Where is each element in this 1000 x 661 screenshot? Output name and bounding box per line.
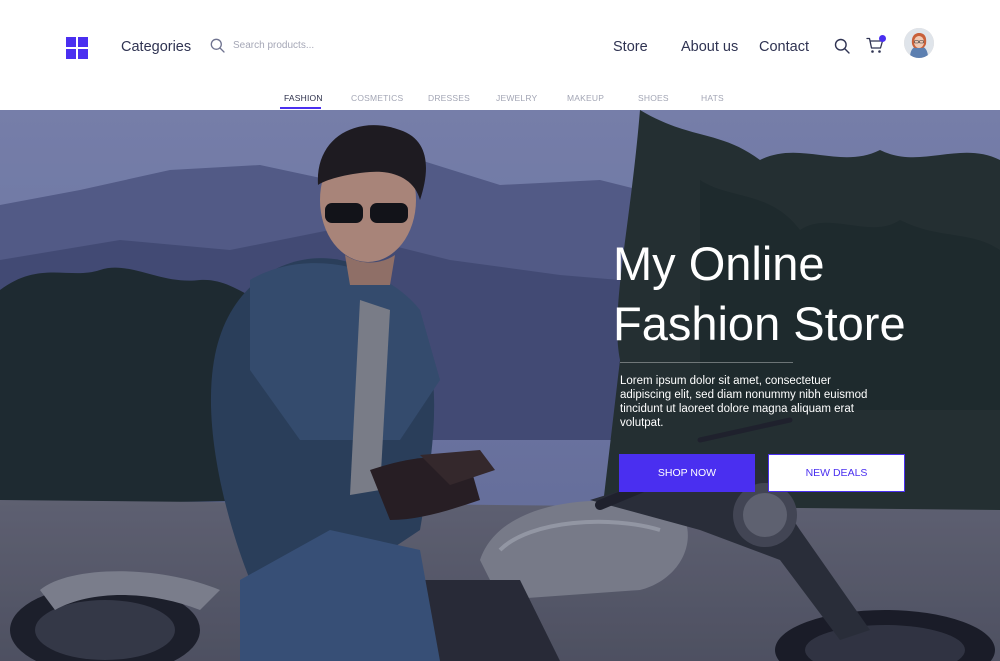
nav-link-contact[interactable]: Contact <box>759 39 809 55</box>
search-bar-icon <box>210 38 225 53</box>
category-tabs: FASHION COSMETICS DRESSES JEWELRY MAKEUP… <box>0 88 1000 110</box>
tab-dresses[interactable]: DRESSES <box>428 93 470 103</box>
tab-makeup[interactable]: MAKEUP <box>567 93 604 103</box>
hero-description: Lorem ipsum dolor sit amet, consectetuer… <box>620 375 868 429</box>
cart-badge-dot <box>879 35 886 42</box>
new-deals-button[interactable]: NEW DEALS <box>768 454 905 492</box>
shop-now-button[interactable]: SHOP NOW <box>619 454 755 492</box>
tab-jewelry[interactable]: JEWELRY <box>496 93 537 103</box>
tab-shoes[interactable]: SHOES <box>638 93 669 103</box>
tab-fashion[interactable]: FASHION <box>284 93 323 103</box>
tab-hats[interactable]: HATS <box>701 93 724 103</box>
hero-title: My Online Fashion Store <box>613 237 906 350</box>
user-avatar[interactable] <box>904 28 934 58</box>
hero-banner: My Online Fashion Store Lorem ipsum dolo… <box>0 110 1000 661</box>
hero-divider <box>620 362 793 363</box>
tab-cosmetics[interactable]: COSMETICS <box>351 93 403 103</box>
categories-menu[interactable]: Categories <box>121 39 191 55</box>
search-input[interactable] <box>233 40 393 51</box>
nav-link-store[interactable]: Store <box>613 39 648 55</box>
search-icon[interactable] <box>834 38 850 59</box>
active-tab-indicator <box>280 107 321 109</box>
nav-link-about[interactable]: About us <box>681 39 738 55</box>
site-header: Categories Store About us Contact <box>0 0 1000 88</box>
grid-logo-icon[interactable] <box>66 37 88 59</box>
search-bar <box>210 38 393 53</box>
